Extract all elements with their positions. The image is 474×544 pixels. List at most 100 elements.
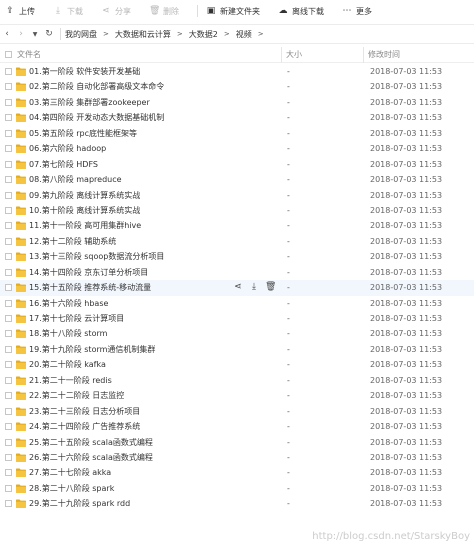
table-row[interactable]: 07.第七阶段 HDFS - 2018-07-03 11:53 <box>0 157 474 172</box>
more-button[interactable]: ⋯ 更多 <box>342 6 373 17</box>
file-name[interactable]: 20.第二十阶段 kafka <box>29 357 106 372</box>
row-checkbox[interactable] <box>5 222 12 230</box>
share-icon[interactable]: ⋖ <box>233 282 243 293</box>
row-checkbox[interactable] <box>5 299 12 307</box>
table-row[interactable]: 03.第三阶段 集群部署zookeeper - 2018-07-03 11:53 <box>0 95 474 110</box>
file-name[interactable]: 14.第十四阶段 京东订单分析项目 <box>29 265 148 280</box>
row-checkbox[interactable] <box>5 160 12 168</box>
file-name[interactable]: 23.第二十三阶段 日志分析项目 <box>29 404 140 419</box>
row-checkbox[interactable] <box>5 145 12 153</box>
table-row[interactable]: 11.第十一阶段 高可用集群hive - 2018-07-03 11:53 <box>0 218 474 233</box>
new-folder-button[interactable]: ▣ 新建文件夹 <box>206 6 260 17</box>
file-name[interactable]: 11.第十一阶段 高可用集群hive <box>29 218 141 233</box>
select-all-checkbox[interactable] <box>5 51 12 58</box>
file-name[interactable]: 28.第二十八阶段 spark <box>29 481 114 496</box>
file-name[interactable]: 24.第二十四阶段 广告推荐系统 <box>29 419 140 434</box>
breadcrumb-item[interactable]: 我的网盘 <box>65 29 97 40</box>
row-checkbox[interactable] <box>5 268 12 276</box>
table-row[interactable]: 18.第十八阶段 storm - 2018-07-03 11:53 <box>0 326 474 341</box>
history-dropdown-icon[interactable]: ▼ <box>28 31 42 38</box>
row-checkbox[interactable] <box>5 407 12 415</box>
row-checkbox[interactable] <box>5 83 12 91</box>
row-checkbox[interactable] <box>5 500 12 508</box>
row-checkbox[interactable] <box>5 98 12 106</box>
file-name[interactable]: 06.第六阶段 hadoop <box>29 141 106 156</box>
table-row[interactable]: 27.第二十七阶段 akka - 2018-07-03 11:53 <box>0 465 474 480</box>
table-row[interactable]: 22.第二十二阶段 日志监控 - 2018-07-03 11:53 <box>0 388 474 403</box>
table-row[interactable]: 17.第十七阶段 云计算项目 - 2018-07-03 11:53 <box>0 311 474 326</box>
breadcrumb-item[interactable]: 视频 <box>236 29 252 40</box>
table-row[interactable]: 14.第十四阶段 京东订单分析项目 - 2018-07-03 11:53 <box>0 265 474 280</box>
delete-button[interactable]: 🗑 删除 <box>149 6 179 17</box>
file-name[interactable]: 22.第二十二阶段 日志监控 <box>29 388 124 403</box>
table-row[interactable]: 23.第二十三阶段 日志分析项目 - 2018-07-03 11:53 <box>0 404 474 419</box>
forward-icon[interactable]: › <box>14 29 28 39</box>
column-header-size[interactable]: 大小 <box>282 46 364 63</box>
table-row[interactable]: 08.第八阶段 mapreduce - 2018-07-03 11:53 <box>0 172 474 187</box>
file-name[interactable]: 13.第十三阶段 sqoop数据流分析项目 <box>29 249 164 264</box>
row-checkbox[interactable] <box>5 114 12 122</box>
breadcrumb-item[interactable]: 大数据和云计算 <box>115 29 171 40</box>
file-name[interactable]: 29.第二十九阶段 spark rdd <box>29 496 130 511</box>
file-name[interactable]: 03.第三阶段 集群部署zookeeper <box>29 95 150 110</box>
table-row[interactable]: 19.第十九阶段 storm通信机制集群 - 2018-07-03 11:53 <box>0 342 474 357</box>
table-row[interactable]: 25.第二十五阶段 scala函数式编程 - 2018-07-03 11:53 <box>0 435 474 450</box>
table-row[interactable]: 29.第二十九阶段 spark rdd - 2018-07-03 11:53 <box>0 496 474 511</box>
file-name[interactable]: 15.第十五阶段 推荐系统-移动流量 <box>29 280 151 295</box>
table-row[interactable]: 06.第六阶段 hadoop - 2018-07-03 11:53 <box>0 141 474 156</box>
row-checkbox[interactable] <box>5 345 12 353</box>
breadcrumb-item[interactable]: 大数据2 <box>189 29 218 40</box>
table-row[interactable]: 16.第十六阶段 hbase - 2018-07-03 11:53 <box>0 296 474 311</box>
file-name[interactable]: 17.第十七阶段 云计算项目 <box>29 311 124 326</box>
file-name[interactable]: 07.第七阶段 HDFS <box>29 157 98 172</box>
file-name[interactable]: 08.第八阶段 mapreduce <box>29 172 122 187</box>
download-icon[interactable]: ⤓ <box>249 282 259 293</box>
row-checkbox[interactable] <box>5 237 12 245</box>
table-row[interactable]: 10.第十阶段 离线计算系统实战 - 2018-07-03 11:53 <box>0 203 474 218</box>
file-name[interactable]: 12.第十二阶段 辅助系统 <box>29 234 116 249</box>
file-name[interactable]: 19.第十九阶段 storm通信机制集群 <box>29 342 155 357</box>
row-checkbox[interactable] <box>5 330 12 338</box>
file-name[interactable]: 16.第十六阶段 hbase <box>29 296 108 311</box>
table-row[interactable]: 24.第二十四阶段 广告推荐系统 - 2018-07-03 11:53 <box>0 419 474 434</box>
row-checkbox[interactable] <box>5 484 12 492</box>
row-checkbox[interactable] <box>5 191 12 199</box>
row-checkbox[interactable] <box>5 284 12 292</box>
row-checkbox[interactable] <box>5 469 12 477</box>
table-row[interactable]: 28.第二十八阶段 spark - 2018-07-03 11:53 <box>0 481 474 496</box>
row-checkbox[interactable] <box>5 438 12 446</box>
file-name[interactable]: 18.第十八阶段 storm <box>29 326 107 341</box>
table-row[interactable]: 04.第四阶段 开发动态大数据基础机制 - 2018-07-03 11:53 <box>0 110 474 125</box>
file-name[interactable]: 05.第五阶段 rpc底性能框架等 <box>29 126 137 141</box>
back-icon[interactable]: ‹ <box>0 29 14 39</box>
row-checkbox[interactable] <box>5 315 12 322</box>
column-header-name[interactable]: 文件名 <box>0 46 282 63</box>
row-checkbox[interactable] <box>5 68 12 75</box>
row-checkbox[interactable] <box>5 392 12 400</box>
upload-button[interactable]: ⇪ 上传 <box>5 6 35 17</box>
row-checkbox[interactable] <box>5 129 12 137</box>
table-row[interactable]: 20.第二十阶段 kafka - 2018-07-03 11:53 <box>0 357 474 372</box>
file-name[interactable]: 04.第四阶段 开发动态大数据基础机制 <box>29 110 164 125</box>
column-header-modified[interactable]: 修改时间 <box>364 47 474 63</box>
row-checkbox[interactable] <box>5 176 12 184</box>
table-row[interactable]: 02.第二阶段 自动化部署高级文本命令 - 2018-07-03 11:53 <box>0 79 474 94</box>
row-checkbox[interactable] <box>5 253 12 261</box>
offline-download-button[interactable]: ☁ 离线下载 <box>278 6 325 17</box>
row-checkbox[interactable] <box>5 376 12 384</box>
table-row[interactable]: 21.第二十一阶段 redis - 2018-07-03 11:53 <box>0 373 474 388</box>
table-row[interactable]: 05.第五阶段 rpc底性能框架等 - 2018-07-03 11:53 <box>0 126 474 141</box>
table-row[interactable]: 13.第十三阶段 sqoop数据流分析项目 - 2018-07-03 11:53 <box>0 249 474 264</box>
row-checkbox[interactable] <box>5 361 12 369</box>
file-name[interactable]: 01.第一阶段 软件安装开发基础 <box>29 64 140 79</box>
table-row[interactable]: 15.第十五阶段 推荐系统-移动流量 ⋖ ⤓ 🗑 - 2018-07-03 11:53 <box>0 280 474 296</box>
file-name[interactable]: 27.第二十七阶段 akka <box>29 465 111 480</box>
file-name[interactable]: 10.第十阶段 离线计算系统实战 <box>29 203 140 218</box>
file-name[interactable]: 09.第九阶段 离线计算系统实战 <box>29 188 140 203</box>
table-row[interactable]: 12.第十二阶段 辅助系统 - 2018-07-03 11:53 <box>0 234 474 249</box>
row-checkbox[interactable] <box>5 423 12 431</box>
file-name[interactable]: 25.第二十五阶段 scala函数式编程 <box>29 435 153 450</box>
refresh-icon[interactable]: ↻ <box>42 29 56 39</box>
share-button[interactable]: ⋖ 分享 <box>101 6 131 17</box>
trash-icon[interactable]: 🗑 <box>265 282 276 293</box>
